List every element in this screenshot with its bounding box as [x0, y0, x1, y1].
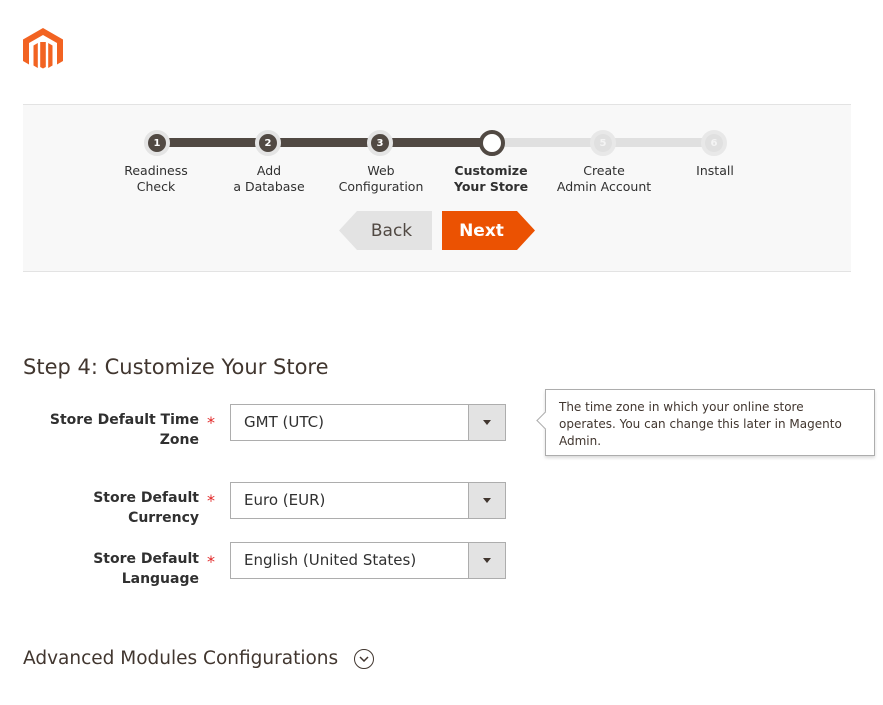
step-label-customize-store: Customize Your Store: [453, 163, 529, 194]
chevron-down-icon[interactable]: [354, 648, 375, 669]
chevron-down-icon[interactable]: [468, 405, 505, 440]
install-wizard-progress: 1 2 3 5 6 Readiness Check Add a Database…: [23, 104, 851, 272]
back-button[interactable]: Back: [339, 211, 432, 250]
step-dot-1: 1: [144, 130, 170, 156]
chevron-down-icon[interactable]: [468, 483, 505, 518]
step-dot-3: 3: [367, 130, 393, 156]
currency-select[interactable]: Euro (EUR): [230, 482, 506, 519]
step-dot-4-current: [479, 130, 505, 156]
wizard-nav-buttons: Back Next: [339, 211, 539, 251]
next-button[interactable]: Next: [442, 211, 535, 250]
required-mark-language: *: [207, 552, 215, 571]
language-select-value: English (United States): [244, 551, 417, 569]
timezone-tooltip: The time zone in which your online store…: [545, 389, 875, 456]
chevron-down-icon[interactable]: [468, 543, 505, 578]
required-mark-currency: *: [207, 491, 215, 510]
advanced-modules-toggle[interactable]: Advanced Modules Configurations: [23, 648, 375, 669]
advanced-modules-label: Advanced Modules Configurations: [23, 648, 339, 669]
language-select[interactable]: English (United States): [230, 542, 506, 579]
language-label: Store Default Language: [93, 551, 199, 587]
currency-select-value: Euro (EUR): [244, 491, 326, 509]
timezone-label: Store Default Time Zone: [49, 412, 199, 448]
step-dot-5: 5: [590, 130, 616, 156]
page-title: Step 4: Customize Your Store: [23, 355, 329, 379]
step-label-readiness-check: Readiness Check: [124, 163, 188, 194]
progress-track-done: [157, 138, 492, 147]
required-mark-timezone: *: [207, 413, 215, 432]
magento-logo-icon: [23, 28, 63, 69]
timezone-select[interactable]: GMT (UTC): [230, 404, 506, 441]
timezone-select-value: GMT (UTC): [244, 413, 324, 431]
step-label-create-admin: Create Admin Account: [556, 163, 652, 194]
step-label-add-database: Add a Database: [233, 163, 305, 194]
step-label-install: Install: [696, 163, 734, 178]
step-dot-6: 6: [701, 130, 727, 156]
step-label-web-configuration: Web Configuration: [338, 163, 424, 194]
currency-label: Store Default Currency: [93, 490, 199, 526]
step-dot-2: 2: [255, 130, 281, 156]
